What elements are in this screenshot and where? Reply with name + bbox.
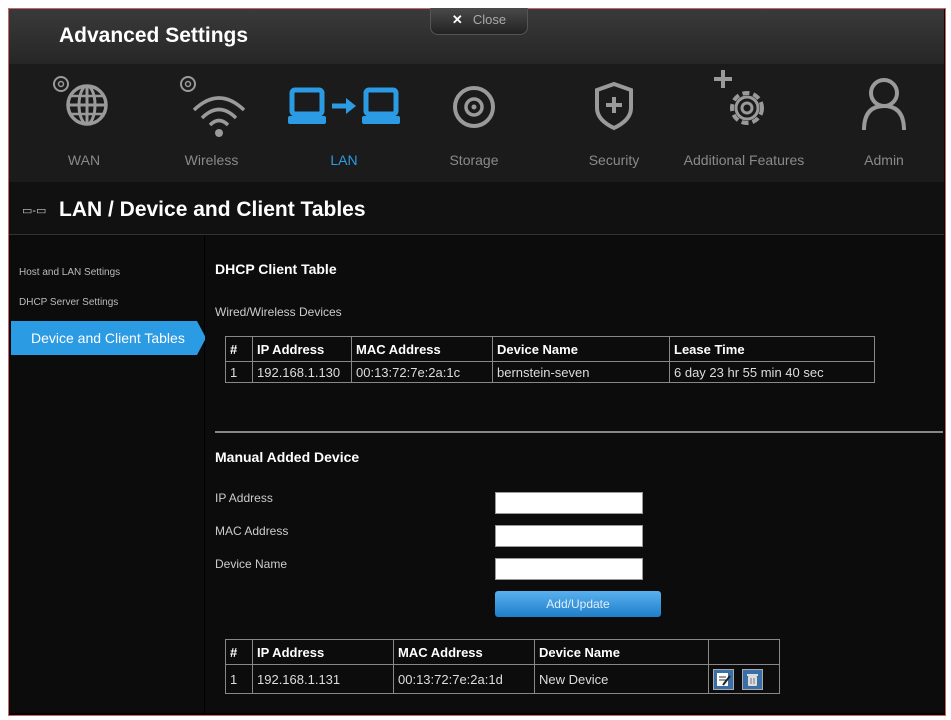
sidebar-item-device-client-tables[interactable]: Device and Client Tables [11,321,206,355]
main-content: DHCP Client Table Wired/Wireless Devices… [205,235,944,713]
main-nav: WAN Wireless LAN Storage Security Additi… [9,64,944,182]
window-title: Advanced Settings [59,24,249,47]
table-header-row: # IP Address MAC Address Device Name Lea… [225,336,875,362]
col-lease-time: Lease Time [669,336,875,362]
dhcp-section-title: DHCP Client Table [215,261,337,277]
nav-label-security: Security [588,152,640,168]
globe-gear-icon [53,76,108,126]
sidebar: Host and LAN Settings DHCP Server Settin… [9,235,206,713]
col-device-name: Device Name [534,639,709,665]
shield-plus-icon [595,81,633,131]
nav-storage[interactable]: Storage [434,64,514,182]
dhcp-subtitle: Wired/Wireless Devices [215,305,342,319]
nav-label-wan: WAN [67,152,101,168]
ip-address-label: IP Address [215,491,273,505]
ip-address-input[interactable] [495,492,643,514]
col-number: # [225,639,253,665]
mac-address-label: MAC Address [215,524,289,538]
col-ip-address: IP Address [252,336,352,362]
page-title: LAN / Device and Client Tables [59,198,366,221]
cell-number: 1 [225,361,253,383]
user-icon [862,78,906,131]
table-row: 1 192.168.1.130 00:13:72:7e:2a:1c bernst… [225,361,875,383]
lan-computers-icon [288,87,400,124]
nav-wan[interactable]: WAN [44,64,124,182]
wifi-gear-icon [180,76,246,137]
dhcp-client-table: # IP Address MAC Address Device Name Lea… [225,336,875,383]
add-update-button[interactable]: Add/Update [495,591,661,617]
section-divider [215,431,943,433]
cell-device-name: New Device [534,664,709,694]
col-actions [708,639,780,665]
manual-device-table: # IP Address MAC Address Device Name 1 1… [225,639,780,694]
nav-label-wireless: Wireless [184,152,239,168]
lan-small-icon: ▭-▭ [22,205,47,217]
cell-device-name: bernstein-seven [492,361,670,383]
table-header-row: # IP Address MAC Address Device Name [225,639,780,665]
sidebar-item-dhcp-server[interactable]: DHCP Server Settings [19,297,118,308]
cell-number: 1 [225,664,253,694]
col-number: # [225,336,253,362]
nav-security[interactable]: Security [574,64,654,182]
close-icon: ✕ [451,12,463,27]
nav-label-admin: Admin [864,152,904,168]
disk-icon [453,86,495,128]
nav-admin[interactable]: Admin [849,64,919,182]
nav-label-lan: LAN [330,152,358,168]
cell-ip-address: 192.168.1.130 [252,361,352,383]
nav-label-additional-features: Additional Features [683,152,805,168]
device-name-input[interactable] [495,558,643,580]
nav-label-storage: Storage [449,152,499,168]
nav-wireless[interactable]: Wireless [169,64,254,182]
nav-lan[interactable]: LAN [284,64,404,182]
cell-actions [708,664,780,694]
app-window: Advanced Settings ✕ Close WAN Wireless L… [0,0,951,720]
close-label: Close [472,12,507,27]
edit-icon[interactable] [713,668,734,690]
gear-plus-icon [714,70,764,125]
col-mac-address: MAC Address [351,336,493,362]
delete-icon[interactable] [741,668,763,690]
cell-ip-address: 192.168.1.131 [252,664,394,694]
sidebar-item-host-lan[interactable]: Host and LAN Settings [19,267,120,278]
col-device-name: Device Name [492,336,670,362]
cell-mac-address: 00:13:72:7e:2a:1c [351,361,493,383]
col-ip-address: IP Address [252,639,394,665]
cell-lease-time: 6 day 23 hr 55 min 40 sec [669,361,875,383]
nav-additional-features[interactable]: Additional Features [674,64,814,182]
manual-section-title: Manual Added Device [215,449,360,465]
col-mac-address: MAC Address [393,639,535,665]
cell-mac-address: 00:13:72:7e:2a:1d [393,664,535,694]
device-name-label: Device Name [215,557,288,571]
close-button[interactable]: ✕ Close [430,8,528,35]
mac-address-input[interactable] [495,525,643,547]
table-row: 1 192.168.1.131 00:13:72:7e:2a:1d New De… [225,664,780,694]
page-header: ▭-▭ LAN / Device and Client Tables [9,182,944,235]
